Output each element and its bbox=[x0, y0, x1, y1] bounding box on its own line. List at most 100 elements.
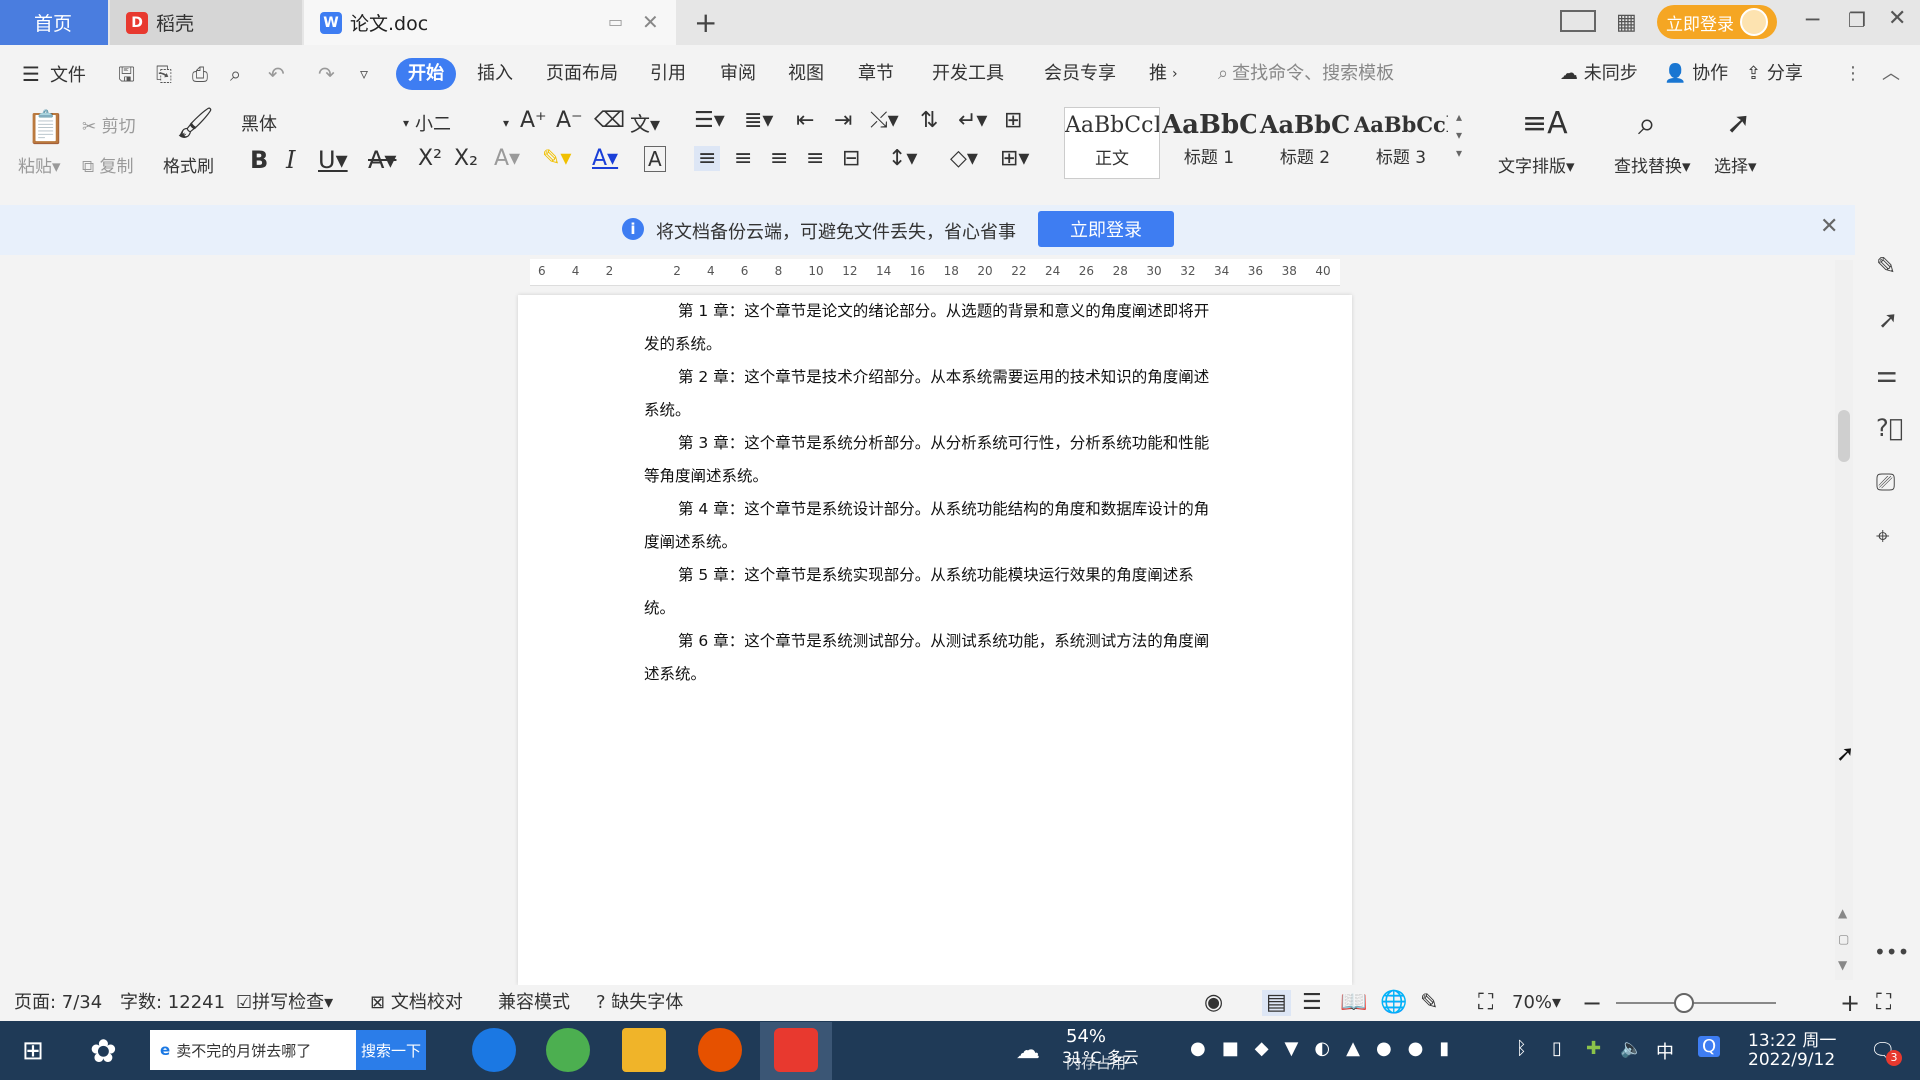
tab-page-layout[interactable]: 页面布局 bbox=[546, 60, 618, 88]
select-button[interactable]: 选择▾ bbox=[1714, 152, 1757, 177]
help-icon[interactable]: ?⃝ bbox=[1876, 414, 1903, 442]
export-pdf-icon[interactable]: ⎘ bbox=[156, 60, 172, 88]
read-view-icon[interactable]: 📖 bbox=[1340, 990, 1367, 1016]
text-layout-button[interactable]: 文字排版▾ bbox=[1498, 152, 1575, 177]
redo-icon[interactable]: ↷ bbox=[318, 60, 335, 88]
assistant-icon[interactable]: ✿ bbox=[90, 1032, 117, 1070]
missing-font[interactable]: ? 缺失字体 bbox=[596, 990, 683, 1016]
new-tab-icon[interactable]: + bbox=[694, 6, 717, 39]
taskbar-search-box[interactable]: e 卖不完的月饼去哪了 bbox=[150, 1030, 356, 1070]
usb-icon[interactable]: ▯ bbox=[1552, 1038, 1562, 1059]
shading-icon[interactable]: ◇▾ bbox=[950, 146, 978, 171]
close-window-icon[interactable]: ✕ bbox=[1888, 6, 1906, 31]
fit-page-icon[interactable]: ⛶ bbox=[1478, 990, 1493, 1016]
ime-indicator[interactable]: 中 bbox=[1656, 1038, 1674, 1064]
strikethrough-icon[interactable]: A▾ bbox=[368, 146, 396, 174]
paragraph[interactable]: 第 2 章：这个章节是技术介绍部分。从本系统需要运用的技术知识的角度阐述系统。 bbox=[644, 361, 1224, 427]
print-icon[interactable]: ⎙ bbox=[192, 60, 208, 88]
text-layout-icon[interactable]: ≡A bbox=[1522, 106, 1568, 141]
paragraph[interactable]: 第 4 章：这个章节是系统设计部分。从系统功能结构的角度和数据库设计的角度阐述系… bbox=[644, 493, 1224, 559]
close-banner-icon[interactable]: ✕ bbox=[1820, 214, 1838, 239]
tab-recommend[interactable]: 推 bbox=[1149, 60, 1167, 88]
italic-icon[interactable]: I bbox=[286, 146, 295, 174]
network-app-icon[interactable]: ✚ bbox=[1586, 1038, 1601, 1059]
zoom-out-icon[interactable]: − bbox=[1582, 990, 1602, 1016]
justify-icon[interactable]: ≡ bbox=[806, 146, 824, 171]
fullscreen-icon[interactable]: ⛶ bbox=[1876, 990, 1891, 1016]
paste-icon[interactable]: 📋 bbox=[26, 108, 66, 146]
tab-member[interactable]: 会员专享 bbox=[1044, 60, 1116, 88]
subscript-icon[interactable]: X₂ bbox=[454, 146, 478, 171]
format-painter-button[interactable]: 格式刷 bbox=[163, 152, 214, 177]
find-replace-button[interactable]: 查找替换▾ bbox=[1614, 152, 1691, 177]
tab-insert[interactable]: 插入 bbox=[477, 60, 513, 88]
cut-button[interactable]: ✂ 剪切 bbox=[82, 112, 136, 137]
share-button[interactable]: ⇪ 分享 bbox=[1746, 60, 1803, 88]
vertical-scrollbar[interactable] bbox=[1835, 260, 1853, 980]
horizontal-ruler[interactable]: 6 4 2 2 4 6 8 10 12 14 16 18 20 22 24 26 28 30 32 34 36 38 40 bbox=[530, 259, 1340, 286]
zoom-slider[interactable] bbox=[1616, 1002, 1776, 1004]
restore-icon[interactable]: ❐ bbox=[1848, 8, 1866, 32]
tab-developer[interactable]: 开发工具 bbox=[932, 60, 1004, 88]
text-effect-icon[interactable]: A▾ bbox=[494, 146, 520, 171]
web-view-icon[interactable]: 🌐 bbox=[1380, 990, 1407, 1016]
paragraph[interactable]: 第 6 章：这个章节是系统测试部分。从测试系统功能，系统测试方法的角度阐述系统。 bbox=[644, 625, 1224, 691]
edit-pen-icon[interactable]: ✎ bbox=[1876, 252, 1896, 280]
tab-view[interactable]: 视图 bbox=[788, 60, 824, 88]
zoom-in-icon[interactable]: + bbox=[1840, 990, 1860, 1016]
taskbar-search-button[interactable]: 搜索一下 bbox=[356, 1030, 426, 1070]
close-tab-icon[interactable]: ✕ bbox=[642, 10, 659, 34]
outline-view-icon[interactable]: ☰ bbox=[1302, 990, 1322, 1016]
collapse-ribbon-icon[interactable]: ︿ bbox=[1882, 60, 1900, 88]
sync-status[interactable]: ☁ 未同步 bbox=[1560, 60, 1638, 88]
app-icon[interactable] bbox=[698, 1028, 742, 1072]
page-view-icon[interactable]: ▤ bbox=[1262, 990, 1291, 1016]
minimize-icon[interactable]: ─ bbox=[1806, 8, 1819, 33]
format-painter-icon[interactable]: 🖌 bbox=[176, 106, 214, 141]
login-button[interactable]: 立即登录 bbox=[1657, 5, 1777, 39]
more-vertical-icon[interactable]: ⋮ bbox=[1844, 60, 1862, 88]
tray-icons[interactable]: ●■◆▼◐▲●●▮ bbox=[1190, 1038, 1465, 1059]
increase-indent-icon[interactable]: ⇥ bbox=[834, 108, 852, 133]
cursor-select-icon[interactable]: ➚ bbox=[1726, 106, 1751, 141]
write-view-icon[interactable]: ✎ bbox=[1420, 990, 1438, 1016]
backup-icon[interactable]: ⎚ bbox=[1876, 468, 1895, 496]
eye-protect-icon[interactable]: ◉ bbox=[1204, 990, 1223, 1016]
sort-icon[interactable]: ⇅ bbox=[920, 108, 938, 133]
qq-browser-icon[interactable]: Q bbox=[1698, 1036, 1721, 1057]
sliders-icon[interactable]: ⚌ bbox=[1876, 360, 1898, 388]
undo-icon[interactable]: ↶ bbox=[268, 60, 285, 88]
file-menu[interactable]: ☰ 文件 bbox=[22, 60, 86, 88]
clock-date[interactable]: 2022/9/12 bbox=[1748, 1050, 1835, 1070]
document-page[interactable]: 第 1 章：这个章节是论文的绪论部分。从选题的背景和意义的角度阐述即将开发的系统… bbox=[518, 295, 1352, 985]
bullet-list-icon[interactable]: ☰▾ bbox=[694, 108, 725, 133]
360-browser-icon[interactable] bbox=[546, 1028, 590, 1072]
pointer-icon[interactable]: ➚ bbox=[1878, 306, 1898, 334]
copy-button[interactable]: ⧉ 复制 bbox=[82, 152, 134, 177]
line-break-icon[interactable]: ↵▾ bbox=[958, 108, 987, 133]
more-tabs-icon[interactable]: › bbox=[1172, 60, 1178, 88]
doc-proofread[interactable]: ⊠ 文档校对 bbox=[370, 990, 463, 1016]
collaborate-button[interactable]: 👤 协作 bbox=[1664, 60, 1728, 88]
paragraph[interactable]: 第 5 章：这个章节是系统实现部分。从系统功能模块运行效果的角度阐述系统。 bbox=[644, 559, 1224, 625]
shrink-font-icon[interactable]: A⁻ bbox=[556, 108, 583, 133]
location-icon[interactable]: ⌖ bbox=[1876, 522, 1890, 550]
paragraph[interactable]: 第 1 章：这个章节是论文的绪论部分。从选题的背景和意义的角度阐述即将开发的系统… bbox=[644, 295, 1224, 361]
tab-document[interactable]: W 论文.doc ▭ ✕ bbox=[304, 0, 676, 45]
word-count[interactable]: 字数: 12241 bbox=[120, 990, 225, 1016]
clock-time[interactable]: 13:22 周一 bbox=[1748, 1026, 1836, 1051]
print-preview-icon[interactable]: ⌕ bbox=[230, 60, 241, 88]
page-nav-icons[interactable]: ▲ ▢ ▼ bbox=[1838, 900, 1849, 978]
text-direction-icon[interactable]: ⤯▾ bbox=[870, 108, 899, 133]
font-name-select[interactable]: 黑体 ▾ bbox=[240, 108, 410, 138]
align-right-icon[interactable]: ≡ bbox=[770, 146, 788, 171]
page-indicator[interactable]: 页面: 7/34 bbox=[14, 990, 102, 1016]
windows-start-icon[interactable]: ⊞ bbox=[22, 1036, 44, 1066]
phonetic-icon[interactable]: 文▾ bbox=[630, 108, 660, 137]
font-color-icon[interactable]: A▾ bbox=[592, 146, 618, 171]
command-search[interactable]: ⌕ 查找命令、搜索模板 bbox=[1218, 60, 1394, 88]
superscript-icon[interactable]: X² bbox=[418, 146, 442, 171]
underline-icon[interactable]: U▾ bbox=[318, 146, 348, 174]
layout-icon[interactable] bbox=[1560, 10, 1596, 32]
tab-home[interactable]: 首页 bbox=[0, 0, 108, 45]
